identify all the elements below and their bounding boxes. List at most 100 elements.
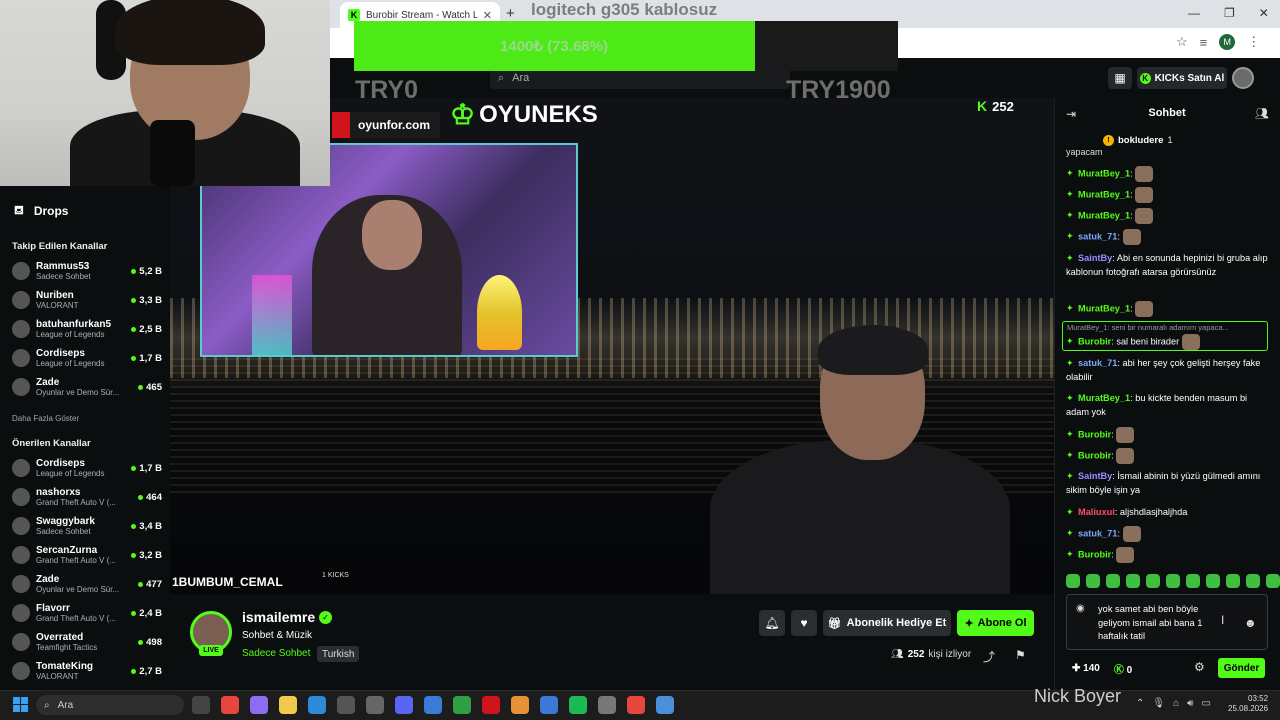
report-icon[interactable]: ⚑	[1015, 648, 1026, 662]
close-tab-icon[interactable]: ✕	[483, 9, 492, 22]
chat-username[interactable]: Maliuxui	[1078, 507, 1115, 517]
stream-tag[interactable]: Turkish	[317, 646, 360, 662]
emote-icon[interactable]	[1246, 574, 1260, 588]
followed-channel-row[interactable]: Rammus53 Sadece Sohbet 5,2 B	[12, 259, 162, 283]
chat-message[interactable]: ✦ satuk_71:	[1066, 526, 1270, 542]
app-icon[interactable]	[424, 696, 442, 714]
emote-icon[interactable]	[1206, 574, 1220, 588]
chrome-icon[interactable]	[627, 696, 645, 714]
task-view-icon[interactable]	[192, 696, 210, 714]
settings-icon[interactable]	[598, 696, 616, 714]
emoji-icon[interactable]: ☻	[1244, 616, 1257, 630]
chat-message[interactable]: ✦ MuratBey_1:	[1066, 208, 1270, 224]
emote-icon[interactable]	[1106, 574, 1120, 588]
chat-message[interactable]: ✦ Maliuxui: aljshdlasjhaljhda	[1066, 505, 1270, 519]
follow-heart-button[interactable]: ♥	[791, 610, 817, 636]
emote-icon[interactable]	[1186, 574, 1200, 588]
share-icon[interactable]: ⤴	[983, 648, 995, 665]
chat-username[interactable]: SaintBy	[1078, 471, 1112, 481]
edge-icon[interactable]	[308, 696, 326, 714]
chat-username[interactable]: Burobir	[1078, 450, 1111, 460]
media-control-icon[interactable]: ≡	[1200, 35, 1208, 50]
microphone-icon[interactable]: 🎙︎	[1152, 698, 1165, 709]
collapse-chat-icon[interactable]: ⇥	[1066, 107, 1076, 121]
chevron-up-icon[interactable]: ⌃	[1136, 698, 1144, 709]
chat-message[interactable]: ✦ MuratBey_1:	[1066, 187, 1270, 203]
app-icon[interactable]	[250, 696, 268, 714]
chat-points[interactable]: ✚ 140	[1072, 663, 1100, 674]
recommended-channel-row[interactable]: SercanZurna Grand Theft Auto V (... 3,2 B	[12, 543, 162, 567]
chat-username[interactable]: MuratBey_1	[1078, 189, 1130, 199]
chat-username[interactable]: SaintBy	[1078, 253, 1112, 263]
recommended-channel-row[interactable]: Zade Oyunlar ve Demo Sür... 477	[12, 572, 162, 596]
chat-username[interactable]: satuk_71	[1078, 358, 1117, 368]
recommended-channel-row[interactable]: Cordiseps League of Legends 1,7 B	[12, 456, 162, 480]
more-menu-icon[interactable]: ⋮	[1247, 34, 1260, 50]
chat-message[interactable]: ✦ Burobir:	[1066, 427, 1270, 443]
chat-message[interactable]: ✦ SaintBy: İsmail abinin bi yüzü gülmedi…	[1066, 469, 1270, 497]
chat-message[interactable]: ✦ MuratBey_1:	[1066, 166, 1270, 182]
user-avatar[interactable]	[1232, 67, 1254, 89]
followed-channel-row[interactable]: Cordiseps League of Legends 1,7 B	[12, 346, 162, 370]
minimize-icon[interactable]: —	[1188, 6, 1200, 20]
app-icon[interactable]	[337, 696, 355, 714]
chrome-icon[interactable]	[221, 696, 239, 714]
recommended-channel-row[interactable]: nashorxs Grand Theft Auto V (... 464	[12, 485, 162, 509]
send-button[interactable]: Gönder	[1218, 658, 1265, 678]
taskbar-clock[interactable]: 03:52 25.08.2026	[1228, 694, 1268, 714]
chat-message[interactable]: ✦ Burobir: sal beni birader	[1066, 334, 1270, 350]
discord-icon[interactable]	[395, 696, 413, 714]
recommended-channel-row[interactable]: Overrated Teamfight Tactics 498	[12, 630, 162, 654]
chat-message[interactable]: ✦ MuratBey_1: bu kickte benden masum bi …	[1066, 391, 1270, 419]
chat-username[interactable]: satuk_71	[1078, 528, 1117, 538]
vlc-icon[interactable]	[511, 696, 529, 714]
chat-message[interactable]: ✦ SaintBy: Abi en sonunda hepinizi bi gr…	[1066, 251, 1270, 279]
drops-link[interactable]: ⛾ Drops	[14, 203, 68, 219]
spotify-icon[interactable]	[569, 696, 587, 714]
xbox-icon[interactable]	[453, 696, 471, 714]
close-window-icon[interactable]: ✕	[1259, 6, 1269, 20]
chat-kicks[interactable]: Ⓚ 0	[1114, 661, 1132, 676]
emote-icon[interactable]	[1166, 574, 1180, 588]
network-icon[interactable]: ⌂	[1173, 698, 1179, 709]
chat-message[interactable]: ✦ MuratBey_1:	[1066, 301, 1270, 317]
chat-message[interactable]: ✦ satuk_71: abi her şey çok gelişti herş…	[1066, 356, 1270, 384]
recommended-channel-row[interactable]: Flavorr Grand Theft Auto V (... 2,4 B	[12, 601, 162, 625]
new-tab-button[interactable]: +	[506, 5, 515, 22]
profile-avatar-icon[interactable]: M	[1219, 34, 1236, 50]
recommended-channel-row[interactable]: TomateKing VALORANT 2,7 B	[12, 659, 162, 683]
volume-icon[interactable]: 🔊︎	[1187, 698, 1193, 709]
followed-channel-row[interactable]: Nuriben VALORANT 3,3 B	[12, 288, 162, 312]
chat-username[interactable]: satuk_71	[1078, 231, 1117, 241]
emote-icon[interactable]	[1086, 574, 1100, 588]
chat-users-icon[interactable]: 👥︎	[1255, 107, 1269, 120]
gift-subscription-button[interactable]: 🎁︎ Abonelik Hediye Et	[823, 610, 951, 636]
taskbar-search[interactable]: ⌕ Ara	[36, 695, 184, 715]
chat-mode-icon[interactable]: ◉	[1076, 603, 1085, 614]
emote-icon[interactable]	[1126, 574, 1140, 588]
maximize-icon[interactable]: ❐	[1224, 6, 1235, 20]
recommended-channel-row[interactable]: Swaggybark Sadece Sohbet 3,4 B	[12, 514, 162, 538]
chat-username[interactable]: Burobir	[1078, 429, 1111, 439]
chat-username[interactable]: MuratBey_1	[1078, 303, 1130, 313]
emote-icon[interactable]	[1066, 574, 1080, 588]
steam-icon[interactable]	[366, 696, 384, 714]
emote-icon[interactable]	[1266, 574, 1280, 588]
chat-username[interactable]: Burobir	[1078, 549, 1111, 559]
chat-message[interactable]: ✦ Burobir:	[1066, 547, 1270, 563]
buy-kicks-button[interactable]: K KICKs Satın Al	[1137, 67, 1227, 89]
chat-settings-icon[interactable]: ⚙	[1194, 660, 1205, 674]
emote-icon[interactable]	[1146, 574, 1160, 588]
chat-username[interactable]: Burobir	[1078, 336, 1111, 346]
app-icon[interactable]	[482, 696, 500, 714]
stream-category[interactable]: Sadece Sohbet	[242, 648, 310, 659]
app-icon[interactable]	[656, 696, 674, 714]
notification-bell-button[interactable]: 🔔︎	[759, 610, 785, 636]
windows-start-icon[interactable]	[13, 697, 28, 712]
channel-name[interactable]: ismailemre	[242, 609, 315, 625]
battery-icon[interactable]: ▭	[1201, 698, 1210, 709]
show-more-link[interactable]: Daha Fazla Göster	[12, 414, 79, 423]
file-explorer-icon[interactable]	[279, 696, 297, 714]
chat-username[interactable]: MuratBey_1	[1078, 168, 1130, 178]
studio-button[interactable]: ▦	[1108, 67, 1132, 89]
